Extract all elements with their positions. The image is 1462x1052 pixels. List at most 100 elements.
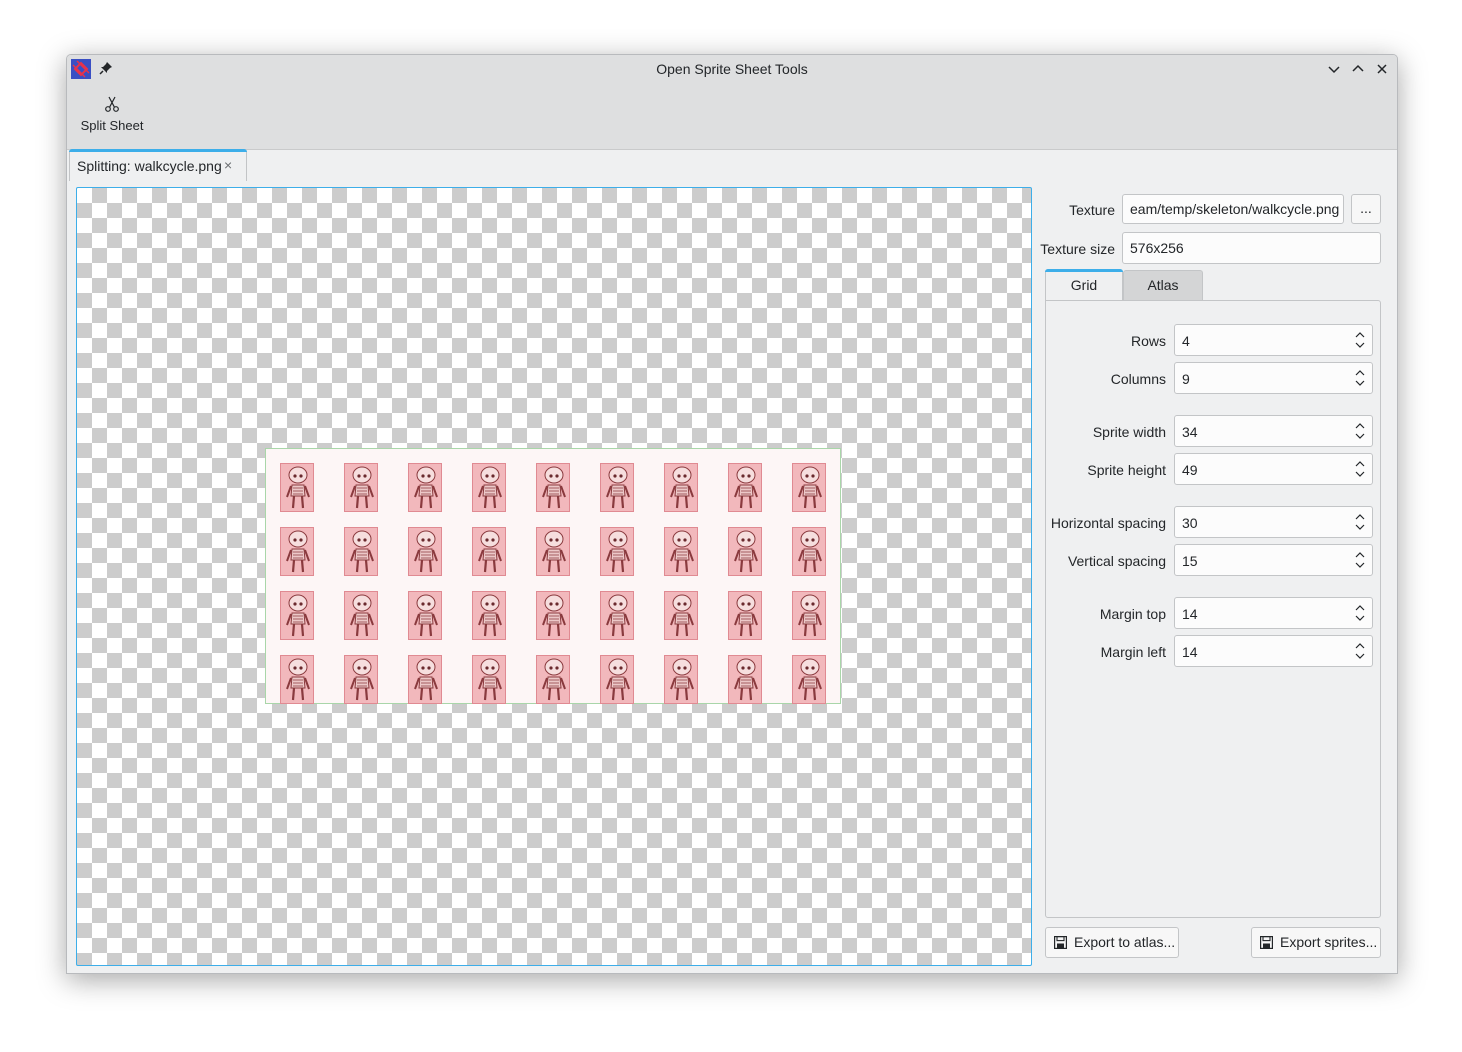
sprite-cell xyxy=(664,591,698,640)
tab-atlas-label: Atlas xyxy=(1147,277,1179,293)
spin-arrows-icon[interactable] xyxy=(1354,459,1366,479)
skeleton-sprite-icon xyxy=(670,530,694,573)
sprite-cell xyxy=(536,655,570,704)
texture-path-value: eam/temp/skeleton/walkcycle.png xyxy=(1130,201,1340,217)
window-title: Open Sprite Sheet Tools xyxy=(656,61,808,77)
columns-spinbox[interactable]: 9 xyxy=(1174,362,1373,394)
split-sheet-button[interactable]: Split Sheet xyxy=(77,93,147,143)
sprite-cell xyxy=(728,463,762,512)
skeleton-sprite-icon xyxy=(350,594,374,637)
toolbar: Split Sheet xyxy=(67,83,1397,150)
skeleton-sprite-icon xyxy=(414,594,438,637)
chevron-up-icon[interactable] xyxy=(1350,61,1366,77)
spin-arrows-icon[interactable] xyxy=(1354,421,1366,441)
spin-arrows-icon[interactable] xyxy=(1354,512,1366,532)
tab-close-icon[interactable]: × xyxy=(224,157,232,173)
sprite-height-label: Sprite height xyxy=(1087,462,1166,478)
sprite-cell xyxy=(472,655,506,704)
document-tab-bar: Splitting: walkcycle.png × xyxy=(67,149,1397,181)
horizontal-spacing-value: 30 xyxy=(1182,515,1198,531)
sprite-cell xyxy=(792,591,826,640)
texture-size-label: Texture size xyxy=(1040,241,1115,257)
close-icon[interactable] xyxy=(1374,61,1390,77)
sprite-cell xyxy=(600,463,634,512)
sprite-width-label: Sprite width xyxy=(1092,424,1166,440)
vertical-spacing-value: 15 xyxy=(1182,553,1198,569)
sprite-cell xyxy=(600,655,634,704)
rows-spinbox[interactable]: 4 xyxy=(1174,324,1373,356)
sprite-preview-canvas[interactable] xyxy=(76,187,1032,966)
tab-label: Splitting: walkcycle.png xyxy=(77,158,222,174)
browse-button[interactable]: ... xyxy=(1351,194,1381,224)
sprite-width-value: 34 xyxy=(1182,424,1198,440)
split-sheet-label: Split Sheet xyxy=(80,118,144,133)
skeleton-sprite-icon xyxy=(286,466,310,509)
sprite-cell xyxy=(600,591,634,640)
sprite-cell xyxy=(280,591,314,640)
skeleton-sprite-icon xyxy=(286,594,310,637)
skeleton-sprite-icon xyxy=(670,466,694,509)
skeleton-sprite-icon xyxy=(606,530,630,573)
export-atlas-button[interactable]: Export to atlas... xyxy=(1045,927,1179,958)
spin-arrows-icon[interactable] xyxy=(1354,603,1366,623)
skeleton-sprite-icon xyxy=(606,466,630,509)
skeleton-sprite-icon xyxy=(542,466,566,509)
skeleton-sprite-icon xyxy=(606,594,630,637)
skeleton-sprite-icon xyxy=(542,594,566,637)
sprite-width-spinbox[interactable]: 34 xyxy=(1174,415,1373,447)
export-sprites-label: Export sprites... xyxy=(1280,934,1378,950)
sprite-cell xyxy=(728,655,762,704)
spin-arrows-icon[interactable] xyxy=(1354,550,1366,570)
sprite-cell xyxy=(408,527,442,576)
skeleton-sprite-icon xyxy=(798,658,822,701)
vertical-spacing-label: Vertical spacing xyxy=(1067,553,1166,569)
skeleton-sprite-icon xyxy=(478,466,502,509)
skeleton-sprite-icon xyxy=(734,594,758,637)
sprite-cell xyxy=(472,591,506,640)
sprite-cell xyxy=(792,463,826,512)
save-icon xyxy=(1054,936,1067,949)
sprite-cell xyxy=(664,655,698,704)
sprite-height-spinbox[interactable]: 49 xyxy=(1174,453,1373,485)
tab-splitting[interactable]: Splitting: walkcycle.png × xyxy=(69,149,247,181)
spin-arrows-icon[interactable] xyxy=(1354,368,1366,388)
sprite-cell xyxy=(728,591,762,640)
title-bar: Open Sprite Sheet Tools xyxy=(67,55,1397,83)
sprite-cell xyxy=(792,655,826,704)
sprite-cell xyxy=(344,527,378,576)
spin-arrows-icon[interactable] xyxy=(1354,641,1366,661)
horizontal-spacing-label: Horizontal spacing xyxy=(1050,515,1166,531)
export-sprites-button[interactable]: Export sprites... xyxy=(1251,927,1381,958)
sprite-cell xyxy=(280,463,314,512)
sprite-cell xyxy=(344,463,378,512)
sprite-cell xyxy=(472,527,506,576)
skeleton-sprite-icon xyxy=(414,530,438,573)
tab-grid[interactable]: Grid xyxy=(1045,269,1123,300)
skeleton-sprite-icon xyxy=(286,530,310,573)
sprite-cell xyxy=(408,591,442,640)
horizontal-spacing-spinbox[interactable]: 30 xyxy=(1174,506,1373,538)
tab-atlas[interactable]: Atlas xyxy=(1123,270,1203,300)
skeleton-sprite-icon xyxy=(414,658,438,701)
margin-left-spinbox[interactable]: 14 xyxy=(1174,635,1373,667)
skeleton-sprite-icon xyxy=(542,530,566,573)
mode-tabs: Grid Atlas xyxy=(1045,269,1381,301)
skeleton-sprite-icon xyxy=(350,530,374,573)
margin-top-spinbox[interactable]: 14 xyxy=(1174,597,1373,629)
skeleton-sprite-icon xyxy=(286,658,310,701)
vertical-spacing-spinbox[interactable]: 15 xyxy=(1174,544,1373,576)
grid-settings-panel: Rows 4 Columns 9 Sprite width 34 Sprite … xyxy=(1045,300,1381,918)
margin-left-label: Margin left xyxy=(1100,644,1166,660)
skeleton-sprite-icon xyxy=(734,466,758,509)
chevron-down-icon[interactable] xyxy=(1326,61,1342,77)
sprite-cell xyxy=(344,655,378,704)
sprite-cell xyxy=(536,591,570,640)
sprite-cell xyxy=(408,463,442,512)
columns-value: 9 xyxy=(1182,371,1190,387)
tab-grid-accent xyxy=(1045,269,1123,272)
spin-arrows-icon[interactable] xyxy=(1354,330,1366,350)
skeleton-sprite-icon xyxy=(606,658,630,701)
skeleton-sprite-icon xyxy=(734,530,758,573)
texture-path-field[interactable]: eam/temp/skeleton/walkcycle.png xyxy=(1122,194,1344,224)
skeleton-sprite-icon xyxy=(414,466,438,509)
